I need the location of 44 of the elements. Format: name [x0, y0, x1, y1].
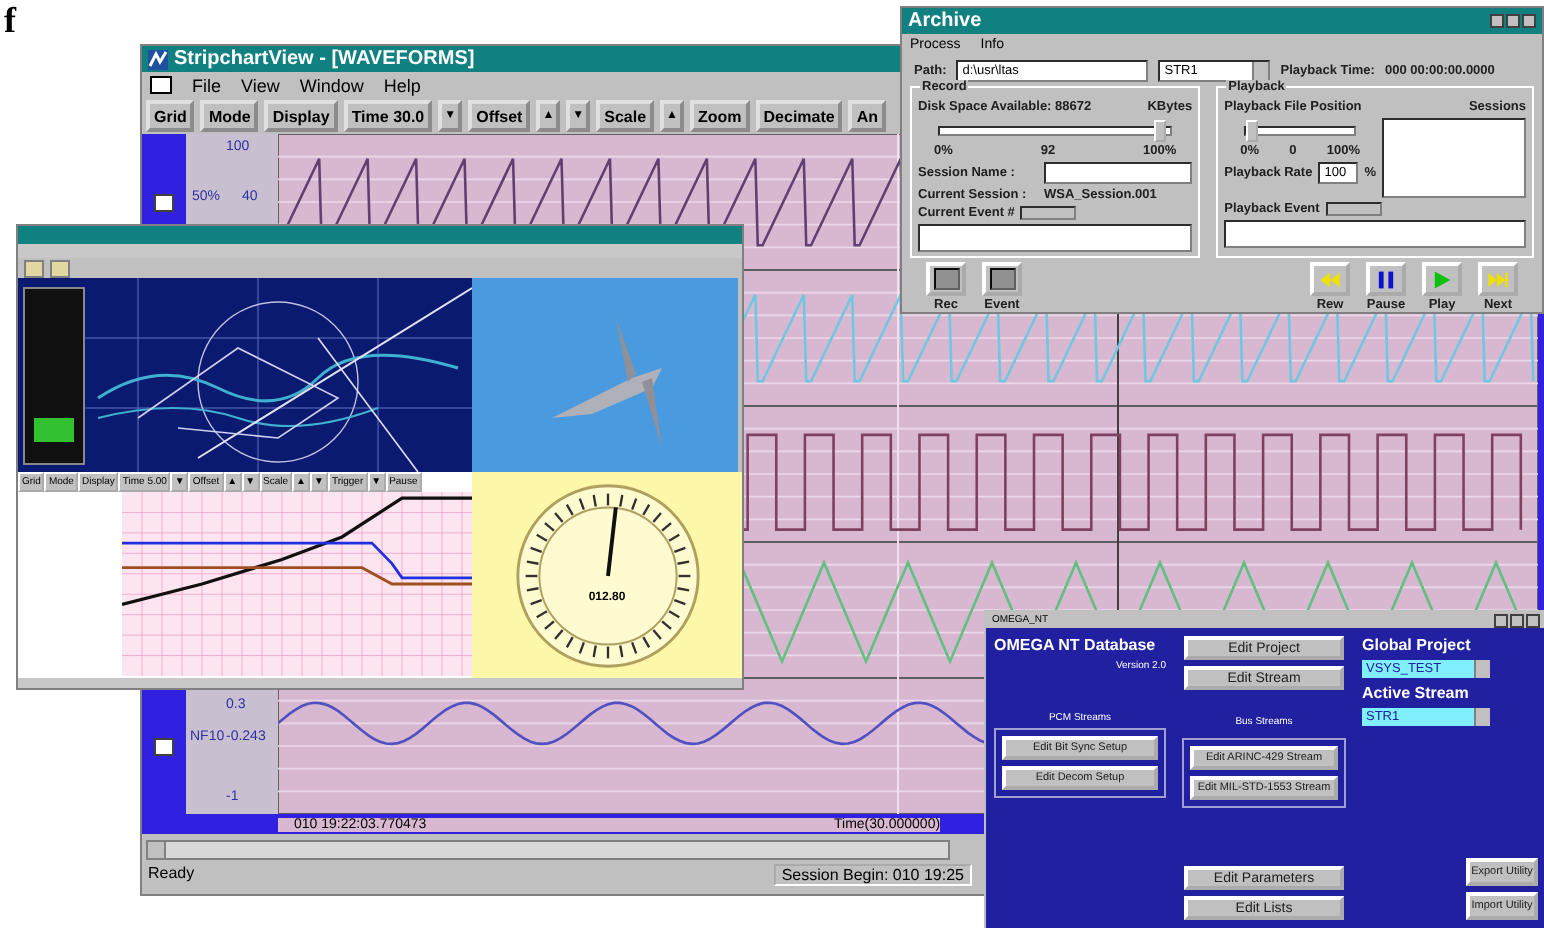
horizontal-scrollbar[interactable]	[146, 840, 950, 860]
menu-item[interactable]: View	[241, 75, 280, 95]
corner-letter: f	[4, 0, 16, 40]
window-title: Archive	[908, 10, 982, 32]
menu-item[interactable]: Window	[299, 75, 364, 95]
global-project-label: Global Project	[1362, 636, 1473, 654]
slider-track[interactable]	[1244, 126, 1356, 136]
window-title: StripchartView - [WAVEFORMS]	[174, 48, 475, 70]
slider-track[interactable]	[938, 126, 1173, 136]
window-controls-icon[interactable]	[1490, 14, 1536, 28]
skip-forward-icon	[1486, 269, 1510, 289]
toolbar-button[interactable]: Offset	[468, 100, 531, 132]
record-button[interactable]	[982, 262, 1022, 296]
toolbar-button[interactable]: Zoom	[689, 100, 750, 132]
record-button[interactable]	[926, 262, 966, 296]
slider-thumb[interactable]	[1245, 120, 1258, 142]
pause-button[interactable]	[1366, 262, 1406, 296]
toolbar-button[interactable]: Display	[264, 100, 338, 132]
event-list[interactable]	[918, 224, 1193, 252]
active-stream-label: Active Stream	[1362, 684, 1471, 702]
channel-checkbox[interactable]	[154, 193, 174, 211]
toolbar-button[interactable]: Mode	[200, 100, 259, 132]
app-icon	[148, 49, 168, 69]
toolbar-button[interactable]: Scale	[596, 100, 655, 132]
playback-event-field	[1325, 202, 1382, 216]
session-name-field[interactable]	[1044, 162, 1193, 184]
database-heading: OMEGA NT Database	[994, 636, 1158, 656]
channel-checkbox[interactable]	[154, 737, 174, 755]
menu-item[interactable]: File	[192, 75, 222, 95]
rewind-icon	[1318, 269, 1342, 289]
current-event-field	[1020, 206, 1077, 220]
toolbar-button[interactable]: Decimate	[755, 100, 843, 132]
sessions-list[interactable]	[1382, 118, 1526, 198]
menu-item[interactable]: Help	[383, 75, 421, 95]
window-controls-icon[interactable]	[1494, 613, 1540, 627]
slider-thumb[interactable]	[1154, 120, 1167, 142]
status-text: Ready	[148, 864, 195, 886]
playback-event-list[interactable]	[1224, 220, 1526, 248]
pause-icon	[1374, 269, 1398, 289]
toolbar-button[interactable]: Time 30.0	[343, 100, 433, 132]
toolbar-button[interactable]: An	[848, 100, 887, 132]
toolbar-button[interactable]: Grid	[146, 100, 195, 132]
system-menu-icon[interactable]	[150, 76, 172, 94]
session-begin: Session Begin: 010 19:25	[773, 864, 972, 886]
